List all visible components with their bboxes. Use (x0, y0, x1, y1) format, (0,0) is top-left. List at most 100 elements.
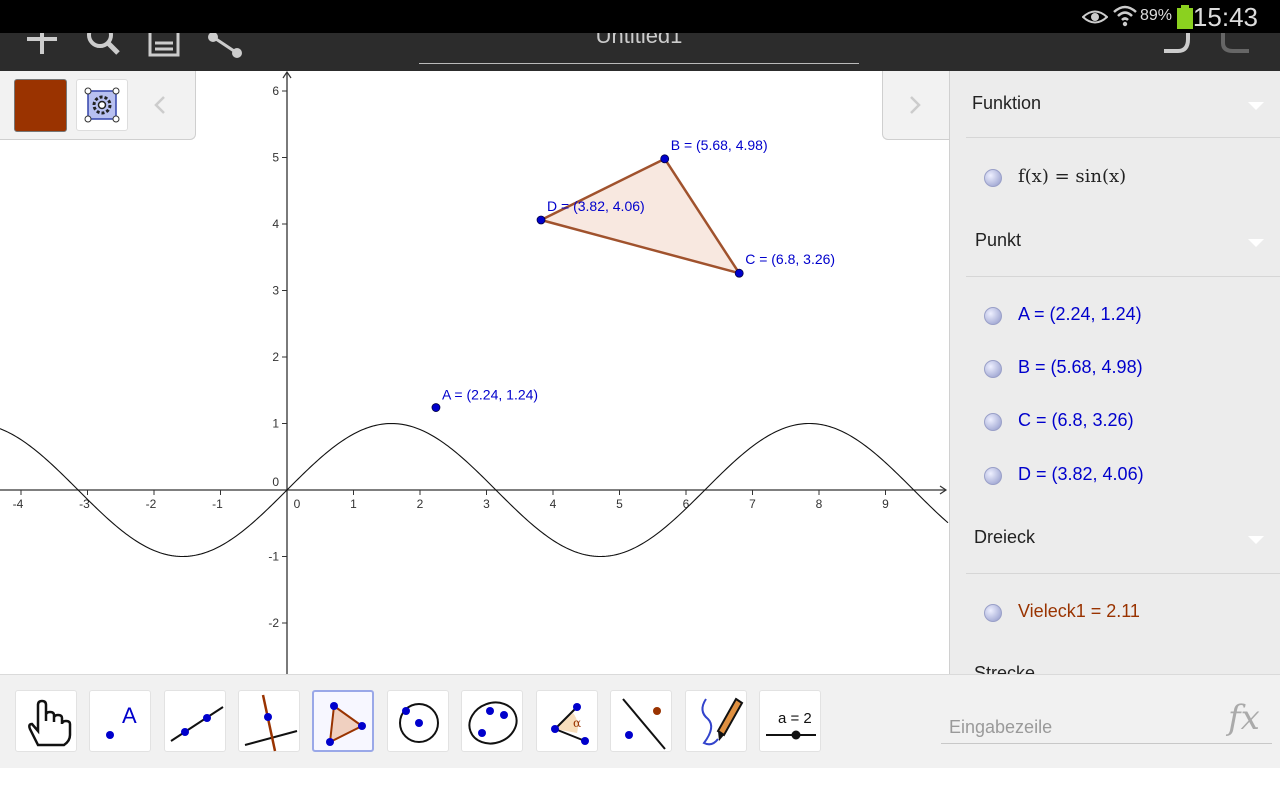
angle-tool-label: α (573, 716, 581, 730)
battery-icon (1177, 5, 1193, 29)
properties-button[interactable] (76, 79, 128, 131)
input-bar[interactable]: Eingabezeile (941, 717, 1272, 744)
perpendicular-line-icon (244, 694, 298, 752)
point-tool-label: A (122, 703, 137, 728)
x-tick-label: 0 (294, 497, 301, 511)
eye-icon (1082, 10, 1108, 24)
input-bar-placeholder: Eingabezeile (949, 717, 1053, 737)
x-tick-label: -3 (79, 497, 90, 511)
color-picker-button[interactable] (14, 79, 67, 132)
status-bar: 89% 15:43 (0, 0, 1280, 33)
undo-icon[interactable] (1156, 33, 1196, 59)
slider-icon: a = 2 (766, 710, 816, 740)
x-tick-label: 3 (483, 497, 490, 511)
category-dreieck-title[interactable]: Dreieck (974, 527, 1035, 548)
x-tick-label: 9 (882, 497, 889, 511)
algebra-item-text: D = (3.82, 4.06) (1018, 464, 1144, 484)
category-funktion-title[interactable]: Funktion (972, 93, 1041, 114)
x-tick-label: 1 (350, 497, 357, 511)
algebra-item-text: B = (5.68, 4.98) (1018, 357, 1143, 377)
y-tick-label: 4 (272, 217, 279, 231)
algebra-item-text: Vieleck1 = 2.11 (1018, 601, 1140, 621)
x-tick-label: -2 (146, 497, 157, 511)
slider-tool-button[interactable]: a = 2 (759, 690, 821, 752)
chevron-down-icon[interactable] (1248, 102, 1264, 110)
chevron-down-icon[interactable] (1248, 239, 1264, 247)
visibility-toggle[interactable] (984, 467, 1002, 485)
conic-icon (468, 701, 518, 745)
chevron-right-icon (910, 96, 921, 114)
x-tick-label: 5 (616, 497, 623, 511)
y-tick-label: -2 (268, 616, 279, 630)
reflect-tool-button[interactable] (610, 690, 672, 752)
angle-tool-button[interactable]: α (536, 690, 598, 752)
point-label-c: C = (6.8, 3.26) (745, 251, 835, 267)
chevron-down-icon[interactable] (1248, 536, 1264, 544)
share-icon[interactable] (205, 33, 245, 59)
line-icon (170, 706, 224, 742)
circle-icon (399, 703, 439, 743)
wifi-icon (1113, 5, 1137, 27)
polygon-icon (326, 702, 366, 746)
point-d (536, 215, 546, 225)
visibility-toggle[interactable] (984, 413, 1002, 431)
algebra-view: Funktion f(x) = sin(x) Punkt A = (2.24, … (949, 71, 1280, 674)
polygon-tool-button[interactable] (312, 690, 374, 752)
fx-icon[interactable]: fx (1228, 698, 1260, 738)
visibility-toggle[interactable] (984, 169, 1002, 187)
graphics-view[interactable]: -4 -3 -2 -1 0 1 2 3 4 5 6 7 8 9 6 5 4 3 2 1 0 -1 -2 A = (2.24, … (0, 71, 949, 674)
chevron-left-icon (154, 96, 165, 114)
visibility-toggle[interactable] (984, 307, 1002, 325)
collapse-stylebar-button[interactable] (150, 91, 170, 119)
divider (966, 573, 1280, 574)
angle-icon: α (551, 703, 589, 745)
point-label-a: A = (2.24, 1.24) (442, 387, 538, 403)
new-file-icon[interactable] (22, 33, 62, 59)
document-title[interactable]: Untitled1 (419, 33, 859, 64)
point-label-d: D = (3.82, 4.06) (547, 198, 645, 214)
freehand-tool-button[interactable] (685, 690, 747, 752)
x-tick-label: 7 (749, 497, 756, 511)
coordinate-plane[interactable]: -4 -3 -2 -1 0 1 2 3 4 5 6 7 8 96543210-1-2A = (2.24, … (0, 71, 949, 674)
point-tool-button[interactable]: A (89, 690, 151, 752)
y-tick-label: 5 (272, 151, 279, 165)
y-tick-label: 0 (272, 475, 279, 489)
x-tick-label: 8 (816, 497, 823, 511)
visibility-toggle[interactable] (984, 604, 1002, 622)
pen-icon (701, 697, 744, 746)
redo-icon[interactable] (1215, 33, 1255, 59)
x-tick-label: 2 (417, 497, 424, 511)
reflect-icon (622, 698, 666, 750)
divider (966, 276, 1280, 277)
y-tick-label: 3 (272, 284, 279, 298)
line-tool-button[interactable] (164, 690, 226, 752)
settings-gear-icon (84, 87, 120, 123)
conic-tool-button[interactable] (461, 690, 523, 752)
y-tick-label: -1 (268, 550, 279, 564)
action-bar: Untitled1 (0, 33, 1280, 71)
category-punkt-title[interactable]: Punkt (975, 230, 1021, 251)
algebra-item-text: C = (6.8, 3.26) (1018, 410, 1134, 430)
hand-pointer-icon (28, 699, 72, 747)
clock: 15:43 (1192, 2, 1258, 32)
menu-icon[interactable] (145, 33, 185, 59)
y-tick-label: 2 (272, 350, 279, 364)
point-label-b: B = (5.68, 4.98) (671, 137, 768, 153)
toggle-algebra-button[interactable] (882, 71, 949, 140)
move-tool-button[interactable] (15, 690, 77, 752)
point-c (734, 268, 744, 278)
point-b (660, 154, 670, 164)
circle-tool-button[interactable] (387, 690, 449, 752)
perpendicular-line-tool-button[interactable] (238, 690, 300, 752)
search-icon[interactable] (84, 33, 124, 59)
bottom-strip (0, 768, 1280, 800)
y-tick-label: 1 (272, 417, 279, 431)
point-icon: A (106, 703, 137, 739)
algebra-item-text: A = (2.24, 1.24) (1018, 304, 1142, 324)
algebra-item-text: f(x) = sin(x) (1018, 166, 1127, 187)
triangle-vieleck1 (541, 158, 740, 274)
category-strecke-title[interactable]: Strecke (974, 663, 1035, 674)
battery-percent: 89% (1139, 7, 1172, 24)
visibility-toggle[interactable] (984, 360, 1002, 378)
style-bar (0, 71, 196, 140)
